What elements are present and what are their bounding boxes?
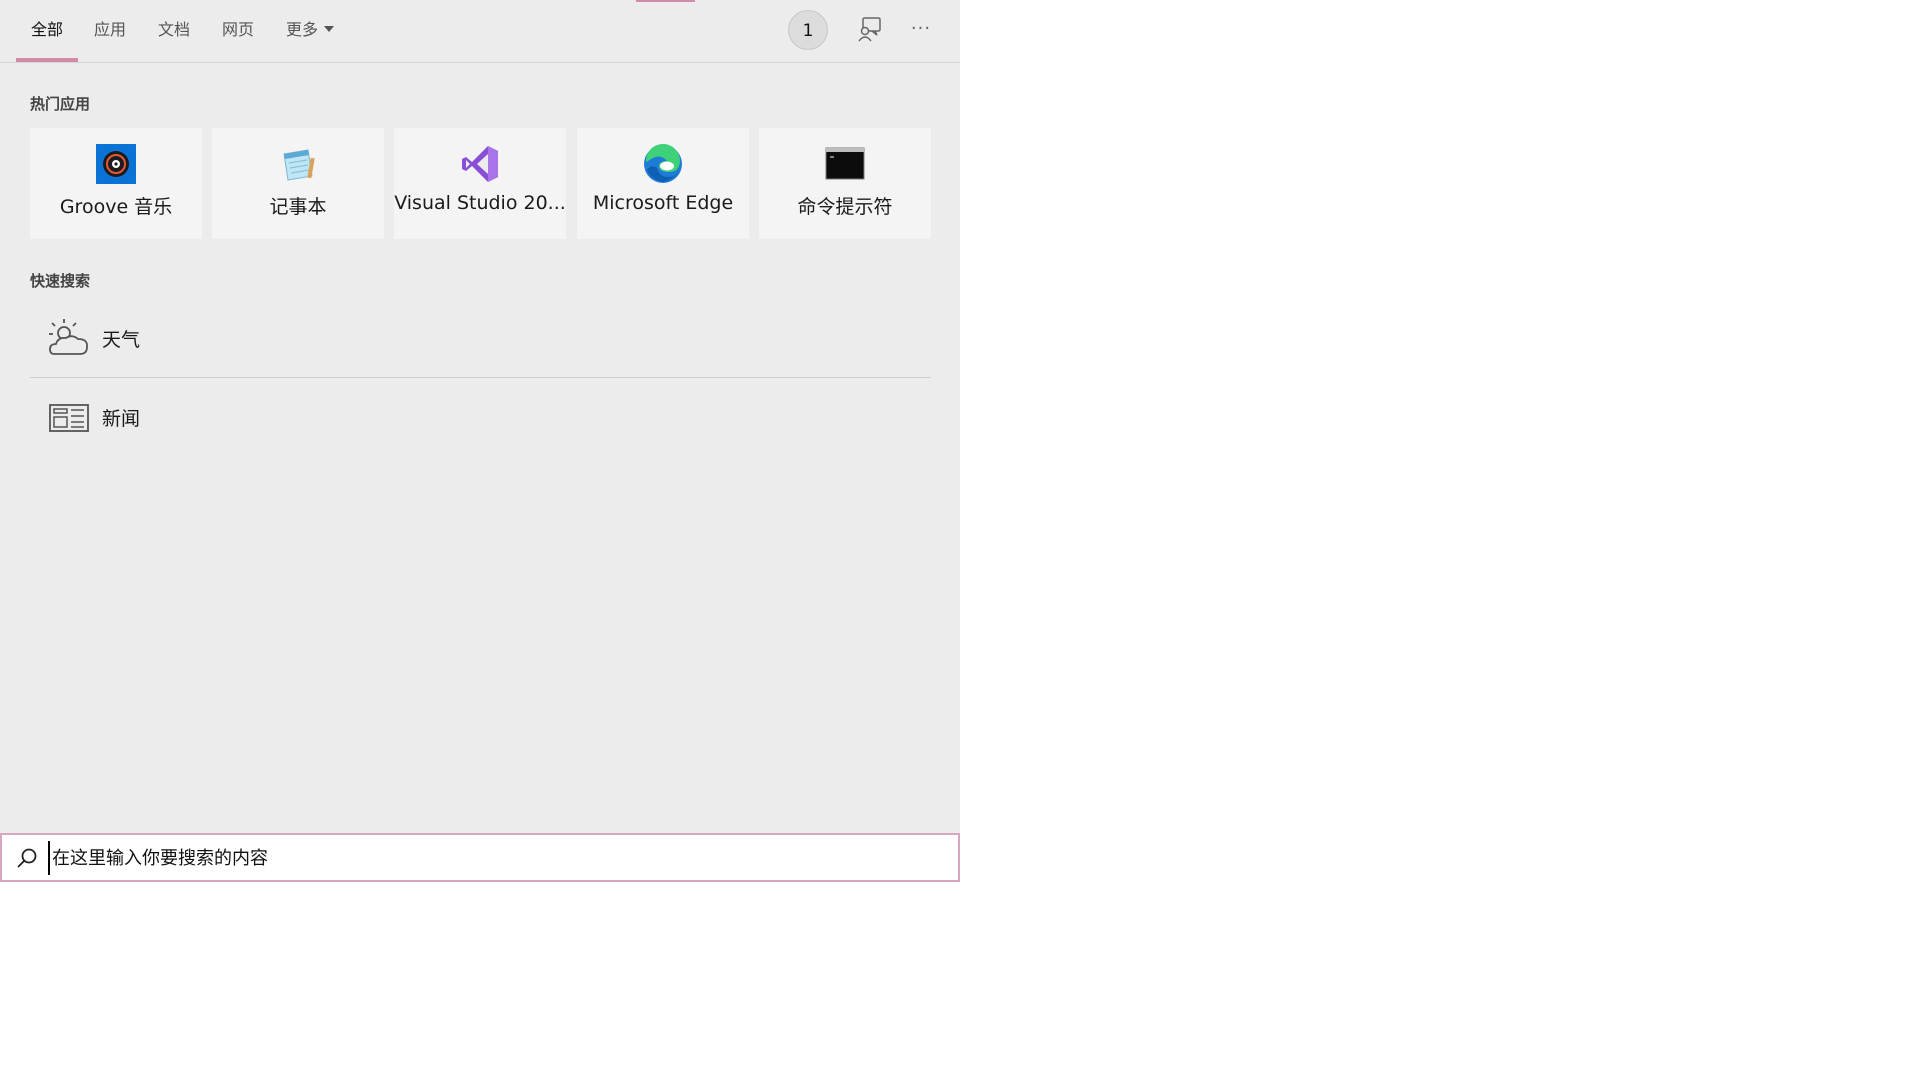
- news-icon: [49, 404, 89, 432]
- top-accent-line: [636, 0, 695, 2]
- search-panel: 全部 应用 文档 网页 更多 1 ··· 热门应用 Groove 音乐 记事本 …: [0, 0, 960, 882]
- quick-search-weather[interactable]: 天气: [30, 303, 930, 373]
- feedback-button[interactable]: [855, 14, 885, 46]
- quick-search-heading: 快速搜索: [30, 272, 91, 290]
- edge-icon: [644, 144, 682, 183]
- app-tile-label: Visual Studio 20...: [394, 192, 566, 214]
- top-apps-heading: 热门应用: [30, 95, 91, 113]
- tab-apps[interactable]: 应用: [94, 0, 126, 62]
- quick-search-news[interactable]: 新闻: [30, 382, 930, 452]
- chevron-down-icon: [324, 25, 335, 32]
- divider: [30, 377, 931, 378]
- app-tile-label: 命令提示符: [797, 196, 893, 218]
- visual-studio-icon: [462, 146, 498, 182]
- notepad-icon: [283, 149, 315, 181]
- weather-icon: [49, 319, 88, 355]
- groove-music-icon: [96, 144, 136, 184]
- app-tile-label: Groove 音乐: [59, 196, 173, 218]
- tab-all[interactable]: 全部: [31, 0, 63, 62]
- tab-more[interactable]: 更多: [286, 0, 335, 62]
- tab-more-label: 更多: [286, 20, 319, 39]
- more-options-button[interactable]: ···: [904, 14, 938, 46]
- app-tile-visual-studio[interactable]: Visual Studio 20...: [394, 128, 566, 239]
- search-bar: [0, 833, 960, 882]
- app-tile-microsoft-edge[interactable]: Microsoft Edge: [577, 128, 749, 239]
- rewards-badge[interactable]: 1: [788, 10, 828, 50]
- tab-bar: 全部 应用 文档 网页 更多 1 ···: [0, 0, 960, 63]
- quick-search-label: 新闻: [102, 408, 141, 430]
- tab-documents[interactable]: 文档: [158, 0, 190, 62]
- tab-web[interactable]: 网页: [222, 0, 254, 62]
- app-tile-label: 记事本: [269, 196, 327, 218]
- active-tab-indicator: [16, 58, 78, 62]
- search-input[interactable]: [48, 841, 952, 875]
- command-prompt-icon: [825, 147, 865, 180]
- search-icon: [17, 848, 37, 868]
- app-tile-notepad[interactable]: 记事本: [212, 128, 384, 239]
- feedback-icon: [858, 17, 881, 42]
- app-tile-label: Microsoft Edge: [592, 192, 734, 214]
- app-tile-groove-music[interactable]: Groove 音乐: [30, 128, 202, 239]
- quick-search-label: 天气: [102, 329, 141, 351]
- app-tile-command-prompt[interactable]: 命令提示符: [759, 128, 931, 239]
